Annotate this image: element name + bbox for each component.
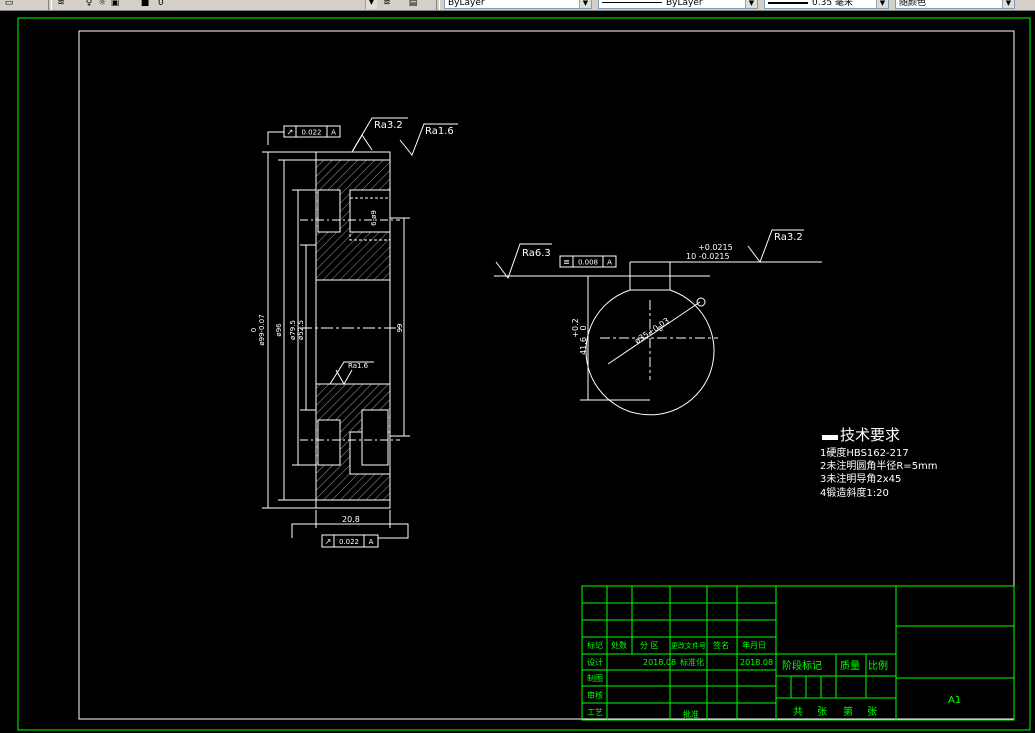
chevron-down-icon[interactable]: ▼ <box>876 0 888 8</box>
runout-frame-bottom: ↗ 0.022 A <box>321 534 379 548</box>
tb-header-cell: 处数 <box>611 640 627 650</box>
linetype-value: ByLayer <box>666 0 703 8</box>
roughness-ra1-6-top: Ra1.6 <box>425 126 454 137</box>
key-depth: 41.6 <box>579 337 588 355</box>
layer-previous-icon[interactable]: ≋ <box>382 0 392 8</box>
bore-dia: ø35+0.03 <box>633 316 671 346</box>
toolbar-separator <box>48 0 52 10</box>
lineweight-combo[interactable]: 0.35 毫米 ▼ <box>764 0 889 9</box>
runout-frame-top: ↗ 0.022 A <box>283 125 341 138</box>
tb-sheet-text: 张 <box>817 706 827 718</box>
tb-sheet-text: 张 <box>867 706 877 718</box>
dim-outer: ø99-0.07 <box>258 314 266 345</box>
notes-bullet <box>822 435 838 440</box>
layer-state-icon[interactable]: ▤ <box>408 0 418 8</box>
layer-dropdown[interactable]: ▼ <box>355 0 377 9</box>
bulb-icon[interactable]: ♀ <box>84 0 94 8</box>
key-symmetry-datum: A <box>607 259 612 267</box>
key-depth-lower: 0 <box>579 325 588 330</box>
key-width-upper: +0.0215 <box>698 243 733 252</box>
lock-icon[interactable]: ▣ <box>110 0 120 8</box>
roughness-ra3-2-key: Ra3.2 <box>774 232 803 243</box>
drawing-canvas[interactable]: ↗ 0.022 A ↗ 0.022 A Ra3.2 Ra1.6 Ra1.6 20… <box>0 11 1035 733</box>
runout-symbol-icon: ↗ <box>287 128 294 137</box>
dim-outer-upper: 0 <box>250 328 258 332</box>
tb-sheet-text: 第 <box>843 705 853 718</box>
key-width: 10 -0.0215 <box>686 252 730 261</box>
runout-bottom-datum: A <box>369 538 374 546</box>
roughness-ra3-2-top: Ra3.2 <box>374 120 403 131</box>
toolbar-separator <box>436 0 440 10</box>
notes-item: 3未注明导角2x45 <box>820 472 901 485</box>
linetype-combo[interactable]: ByLayer ▼ <box>598 0 758 9</box>
notes-title: 技术要求 <box>840 426 900 444</box>
runout-top-value: 0.022 <box>301 129 321 137</box>
dim-79-5: ø79.5 <box>289 320 297 340</box>
dim-99: 99 <box>396 324 404 333</box>
symmetry-frame: ≡ 0.008 A <box>559 255 617 268</box>
color-value: ByLayer <box>448 0 485 8</box>
viewport-border <box>17 17 1031 731</box>
symmetry-icon: ≡ <box>563 258 570 267</box>
tb-row-label: 设计 <box>587 657 603 667</box>
chevron-down-icon[interactable]: ▼ <box>745 0 757 8</box>
notes-item: 4锻造斜度1:20 <box>820 486 889 499</box>
tb-row-label: 工艺 <box>587 708 603 717</box>
plotstyle-value: 随颜色 <box>899 0 927 8</box>
dim-52-5: ø52.5 <box>297 320 305 340</box>
tb-sheet-size: A1 <box>948 695 961 706</box>
roughness-hub: Ra1.6 <box>348 362 369 370</box>
chevron-down-icon[interactable]: ▼ <box>365 0 377 9</box>
roughness-ra6-3: Ra6.3 <box>522 248 551 259</box>
tb-header-cell: 签名 <box>713 640 729 650</box>
tb-row-label: 制图 <box>587 673 603 683</box>
chevron-down-icon[interactable]: ▼ <box>1002 0 1014 8</box>
runout-symbol-icon: ↗ <box>325 537 332 546</box>
dim-holes: 6-ø9 <box>370 210 378 226</box>
linetype-sample <box>602 2 662 3</box>
tb-header-cell: 分 区 <box>640 641 659 650</box>
runout-top-datum: A <box>331 129 336 137</box>
tb-mass-label: 质量 <box>840 660 860 672</box>
runout-bottom-value: 0.022 <box>339 538 359 546</box>
tb-scale-label: 比例 <box>868 659 888 672</box>
tb-row-label: 审核 <box>587 690 603 700</box>
lineweight-sample <box>768 1 808 4</box>
dim-width: 20.8 <box>342 515 360 524</box>
notes-item: 2未注明圆角半径R=5mm <box>820 459 938 472</box>
tb-standard-date: 2018.08 <box>740 658 773 667</box>
drawing-frame <box>78 30 1015 720</box>
tb-standard-label: 标准化 <box>680 657 704 667</box>
dim-96: ø96 <box>275 323 283 337</box>
layer-stack-icon[interactable]: ≋ <box>56 0 66 8</box>
notes-item: 1硬度HBS162-217 <box>820 446 909 459</box>
plotstyle-combo[interactable]: 随颜色 ▼ <box>895 0 1015 9</box>
layer-value: 0 <box>158 0 164 8</box>
chevron-down-icon[interactable]: ▼ <box>579 0 591 8</box>
tb-header-cell: 标记 <box>587 640 603 650</box>
tb-stage-label: 阶段标记 <box>782 659 822 672</box>
tb-design-date: 2018.08 <box>643 658 676 667</box>
tb-header-cell: 年月日 <box>742 640 766 650</box>
properties-toolbar: ▭ ≋ ♀ ☼ ▣ ■ 0 ▼ ≋ ▤ ByLayer ▼ ByLayer ▼ 0.… <box>0 0 1035 11</box>
sun-icon[interactable]: ☼ <box>97 0 107 8</box>
tb-header-cell: 更改文件号 <box>671 641 706 650</box>
layer-manager-icon[interactable]: ▭ <box>4 0 14 8</box>
color-square-icon[interactable]: ■ <box>140 0 150 8</box>
technical-notes: 技术要求 1硬度HBS162-217 2未注明圆角半径R=5mm 3未注明导角2… <box>820 426 938 499</box>
tb-sheet-text: 共 <box>793 706 803 718</box>
tb-row-label: 批准 <box>683 709 699 719</box>
key-symmetry-value: 0.008 <box>578 259 598 267</box>
lineweight-value: 0.35 毫米 <box>812 0 853 8</box>
color-combo[interactable]: ByLayer ▼ <box>444 0 592 9</box>
